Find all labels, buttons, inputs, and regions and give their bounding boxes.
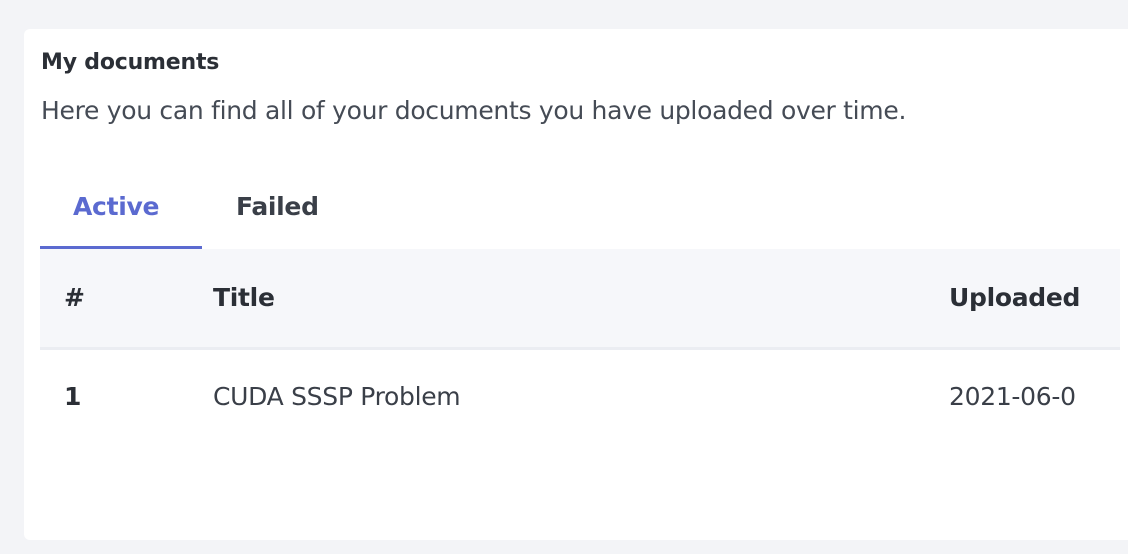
tab-failed-label: Failed — [236, 192, 319, 221]
row-uploaded-date: 2021-06-0 — [949, 382, 1076, 411]
card-subtitle: Here you can find all of your documents … — [41, 96, 907, 125]
row-title[interactable]: CUDA SSSP Problem — [213, 382, 461, 411]
tab-failed[interactable]: Failed — [202, 186, 362, 246]
table-row[interactable]: 1 CUDA SSSP Problem 2021-06-0 — [40, 350, 1120, 450]
table-header: # Title Uploaded — [40, 249, 1120, 350]
column-header-uploaded: Uploaded — [949, 283, 1081, 312]
column-header-number: # — [64, 283, 85, 312]
row-number: 1 — [64, 382, 82, 411]
card-title: My documents — [41, 50, 220, 75]
tab-active[interactable]: Active — [40, 186, 202, 249]
tab-active-label: Active — [73, 192, 160, 221]
column-header-title: Title — [213, 283, 275, 312]
document-tabs: Active Failed — [40, 186, 1120, 249]
